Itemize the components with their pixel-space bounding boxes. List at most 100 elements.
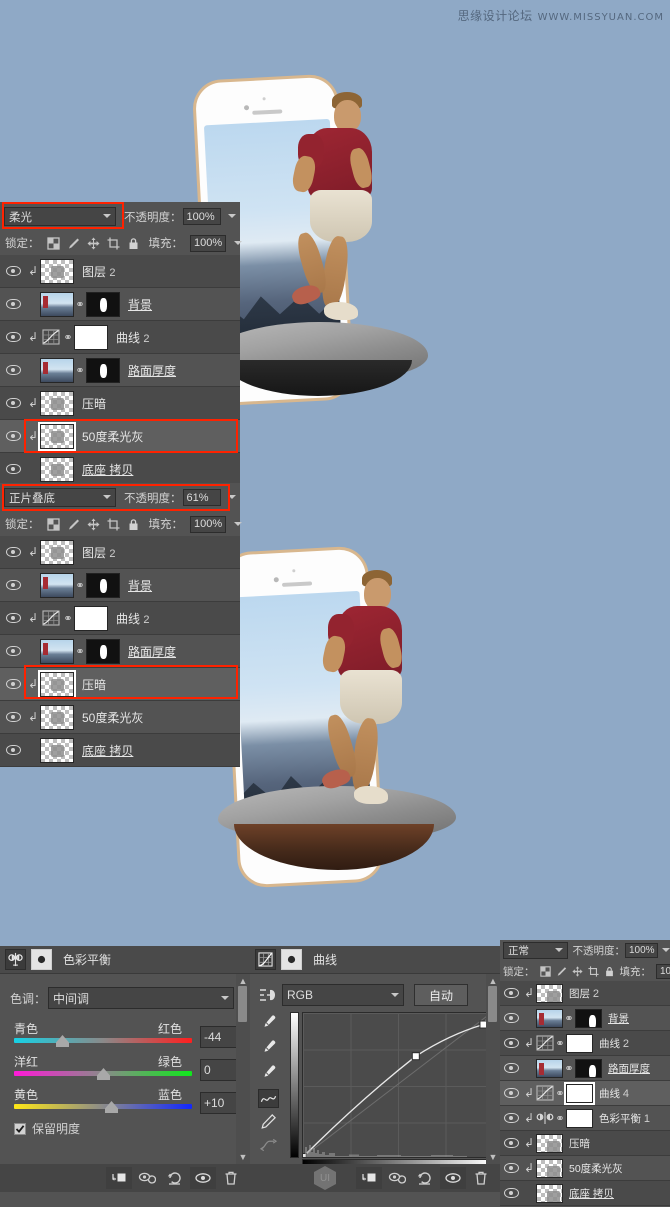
channel-select[interactable]: RGB: [282, 984, 404, 1006]
color-balance-adjustment-icon[interactable]: [536, 1107, 554, 1129]
auto-button[interactable]: 自动: [414, 984, 468, 1006]
layer-thumbnail[interactable]: [38, 421, 76, 451]
color-balance-slider-1[interactable]: 洋红 绿色 0: [0, 1053, 250, 1086]
layer-row[interactable]: ↲ 50度柔光灰: [0, 701, 240, 734]
layer-visibility-toggle[interactable]: [0, 332, 26, 342]
layer-thumbnail[interactable]: [536, 1133, 563, 1153]
layer-row[interactable]: ↲ 50度柔光灰: [500, 1156, 670, 1181]
layer-mask-thumbnail[interactable]: [575, 1008, 602, 1028]
slider-knob[interactable]: [56, 1035, 69, 1047]
fill-input-top[interactable]: 100%: [190, 234, 227, 252]
opacity-chevron-down-icon[interactable]: [227, 212, 236, 221]
clip-to-layer-icon[interactable]: [356, 1167, 382, 1189]
layer-visibility-toggle[interactable]: [0, 398, 26, 408]
slider-knob[interactable]: [97, 1068, 110, 1080]
layer-visibility-toggle[interactable]: [0, 431, 26, 441]
layer-mask-thumbnail[interactable]: [566, 1108, 593, 1128]
curves-adjustment-icon[interactable]: [40, 326, 62, 348]
lock-transparency-icon[interactable]: [46, 236, 60, 250]
layer-visibility-toggle[interactable]: [0, 299, 26, 309]
layer-row[interactable]: 底座 拷贝: [0, 734, 240, 767]
opacity-input-right[interactable]: 100%: [625, 943, 658, 958]
curves-scrollbar[interactable]: ▲ ▼: [486, 974, 500, 1164]
fill-chevron-down-icon[interactable]: [233, 239, 243, 248]
curves-graph[interactable]: [302, 1012, 492, 1158]
layer-row[interactable]: ↲ 压暗: [500, 1131, 670, 1156]
layer-thumbnail[interactable]: [40, 456, 74, 482]
opacity-input-mid[interactable]: 61%: [182, 489, 221, 506]
fill-input-right[interactable]: 100%: [656, 963, 670, 979]
layers-list-mid[interactable]: ↲ 图层 2 ⚭ 背景 ↲ ⚭ 曲线 2 ⚭ 路面厚度 ↲ 压暗 ↲ 50度柔光灰 底座 拷贝: [0, 536, 240, 767]
layer-visibility-toggle[interactable]: [500, 1113, 522, 1123]
scroll-up-chevron-icon[interactable]: ▲: [239, 976, 248, 986]
layer-visibility-toggle[interactable]: [0, 745, 26, 755]
curves-adjustment-icon[interactable]: [536, 1032, 554, 1054]
layer-thumbnail[interactable]: [536, 1008, 563, 1028]
link-mask-icon[interactable]: ⚭: [74, 645, 86, 658]
scroll-down-chevron-icon[interactable]: ▼: [489, 1152, 498, 1162]
curves-icon[interactable]: [255, 949, 276, 970]
layer-thumbnail[interactable]: [40, 357, 74, 383]
tone-select[interactable]: 中间调: [48, 987, 235, 1009]
layer-thumbnail[interactable]: [38, 669, 76, 699]
clip-to-layer-icon[interactable]: [106, 1167, 132, 1189]
lock-artboard-icon[interactable]: [107, 237, 120, 250]
layer-row[interactable]: ↲ 压暗: [0, 668, 240, 701]
lock-image-brush-icon[interactable]: [556, 966, 567, 977]
layer-row[interactable]: ⚭ 背景: [0, 569, 240, 602]
scroll-down-chevron-icon[interactable]: ▼: [239, 1152, 248, 1162]
color-balance-icon[interactable]: [5, 949, 26, 970]
link-mask-icon[interactable]: ⚭: [554, 1087, 566, 1100]
layer-mask-thumbnail[interactable]: [566, 1033, 593, 1053]
curves-adjustment-icon[interactable]: [536, 1082, 554, 1104]
layer-visibility-toggle[interactable]: [0, 613, 26, 623]
link-mask-icon[interactable]: ⚭: [74, 579, 86, 592]
color-balance-slider-0[interactable]: 青色 红色 -44: [0, 1020, 250, 1053]
layer-mask-icon[interactable]: [31, 949, 52, 970]
opacity-chevron-down-icon[interactable]: [227, 493, 236, 502]
fill-chevron-down-icon[interactable]: [233, 520, 243, 529]
layer-thumbnail[interactable]: [536, 983, 563, 1003]
layer-row[interactable]: ⚭ 路面厚度: [0, 635, 240, 668]
toggle-visibility-icon[interactable]: [440, 1167, 466, 1189]
layer-thumbnail[interactable]: [40, 390, 74, 416]
slider-track[interactable]: [14, 1038, 192, 1043]
link-mask-icon[interactable]: ⚭: [554, 1037, 566, 1050]
layer-mask-thumbnail[interactable]: [74, 324, 108, 350]
layer-row[interactable]: ↲ 图层 2: [0, 255, 240, 288]
lock-position-move-icon[interactable]: [87, 518, 100, 531]
white-point-eyedropper-icon[interactable]: [260, 1014, 277, 1034]
link-mask-icon[interactable]: ⚭: [554, 1112, 566, 1125]
lock-transparency-icon[interactable]: [539, 965, 551, 977]
lock-position-move-icon[interactable]: [571, 965, 583, 977]
pencil-tool-icon[interactable]: [260, 1113, 277, 1133]
lock-all-icon[interactable]: [127, 237, 140, 250]
lock-transparency-icon[interactable]: [46, 517, 60, 531]
layer-visibility-toggle[interactable]: [0, 679, 26, 689]
scrollbar-thumb[interactable]: [238, 986, 247, 1022]
layer-mask-thumbnail[interactable]: [86, 572, 120, 598]
reset-icon[interactable]: [162, 1167, 188, 1189]
gray-point-eyedropper-icon[interactable]: [260, 1039, 277, 1059]
layer-row[interactable]: 底座 拷贝: [0, 453, 240, 486]
layer-row[interactable]: ↲ 50度柔光灰: [0, 420, 240, 453]
slider-track[interactable]: [14, 1104, 192, 1109]
curves-tool-column[interactable]: [256, 1014, 280, 1181]
layer-thumbnail[interactable]: [536, 1158, 563, 1178]
color-balance-slider-2[interactable]: 黄色 蓝色 +10: [0, 1086, 250, 1119]
lock-all-icon[interactable]: [127, 518, 140, 531]
layer-thumbnail[interactable]: [40, 704, 74, 730]
layer-visibility-toggle[interactable]: [500, 1163, 522, 1173]
layer-visibility-toggle[interactable]: [0, 464, 26, 474]
layer-visibility-toggle[interactable]: [500, 1188, 522, 1198]
layer-mask-thumbnail[interactable]: [564, 1081, 595, 1105]
link-mask-icon[interactable]: ⚭: [62, 331, 74, 344]
layer-row[interactable]: ⚭ 路面厚度: [0, 354, 240, 387]
layer-thumbnail[interactable]: [40, 737, 74, 763]
layer-row[interactable]: ⚭ 背景: [0, 288, 240, 321]
layer-row[interactable]: ↲ ⚭ 曲线 4: [500, 1081, 670, 1106]
layer-row[interactable]: ↲ ⚭ 曲线 2: [0, 321, 240, 354]
layer-row[interactable]: ⚭ 路面厚度: [500, 1056, 670, 1081]
layer-thumbnail[interactable]: [536, 1183, 563, 1203]
layer-thumbnail[interactable]: [40, 291, 74, 317]
